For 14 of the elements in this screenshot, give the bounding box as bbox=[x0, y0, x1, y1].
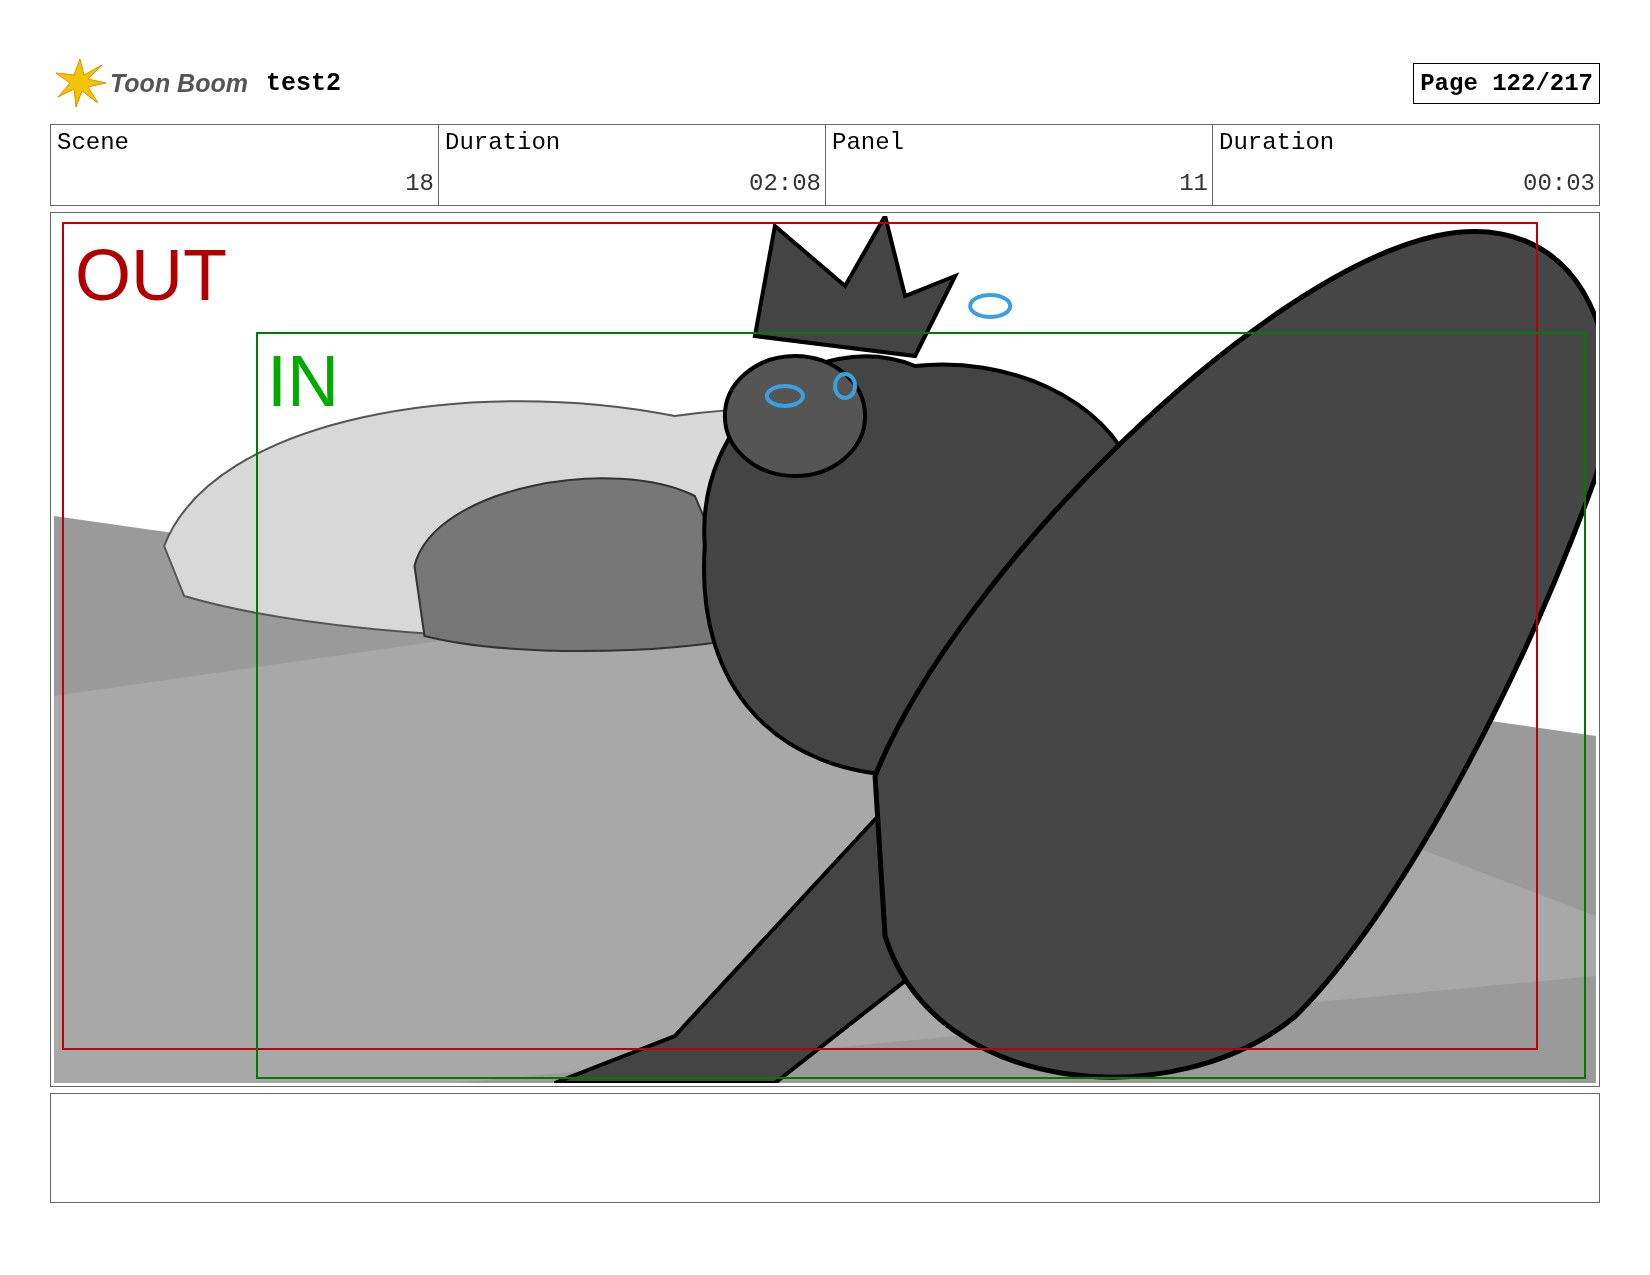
field-value: 02:08 bbox=[749, 170, 821, 197]
field-label: Duration bbox=[1219, 129, 1336, 156]
starburst-icon bbox=[54, 57, 106, 109]
frame-label: OUT bbox=[75, 239, 227, 311]
field-label: Scene bbox=[57, 129, 130, 156]
field-label: Duration bbox=[445, 129, 562, 156]
logo-text: Toon Boom bbox=[110, 68, 248, 98]
project-title: test2 bbox=[265, 68, 341, 98]
field-value: 18 bbox=[405, 170, 434, 197]
field-label: Panel bbox=[832, 129, 905, 156]
field-value: 00:03 bbox=[1523, 170, 1595, 197]
field-value: 11 bbox=[1179, 170, 1208, 197]
page-number: Page 122/217 bbox=[1413, 62, 1600, 104]
frame-label: IN bbox=[267, 345, 339, 417]
